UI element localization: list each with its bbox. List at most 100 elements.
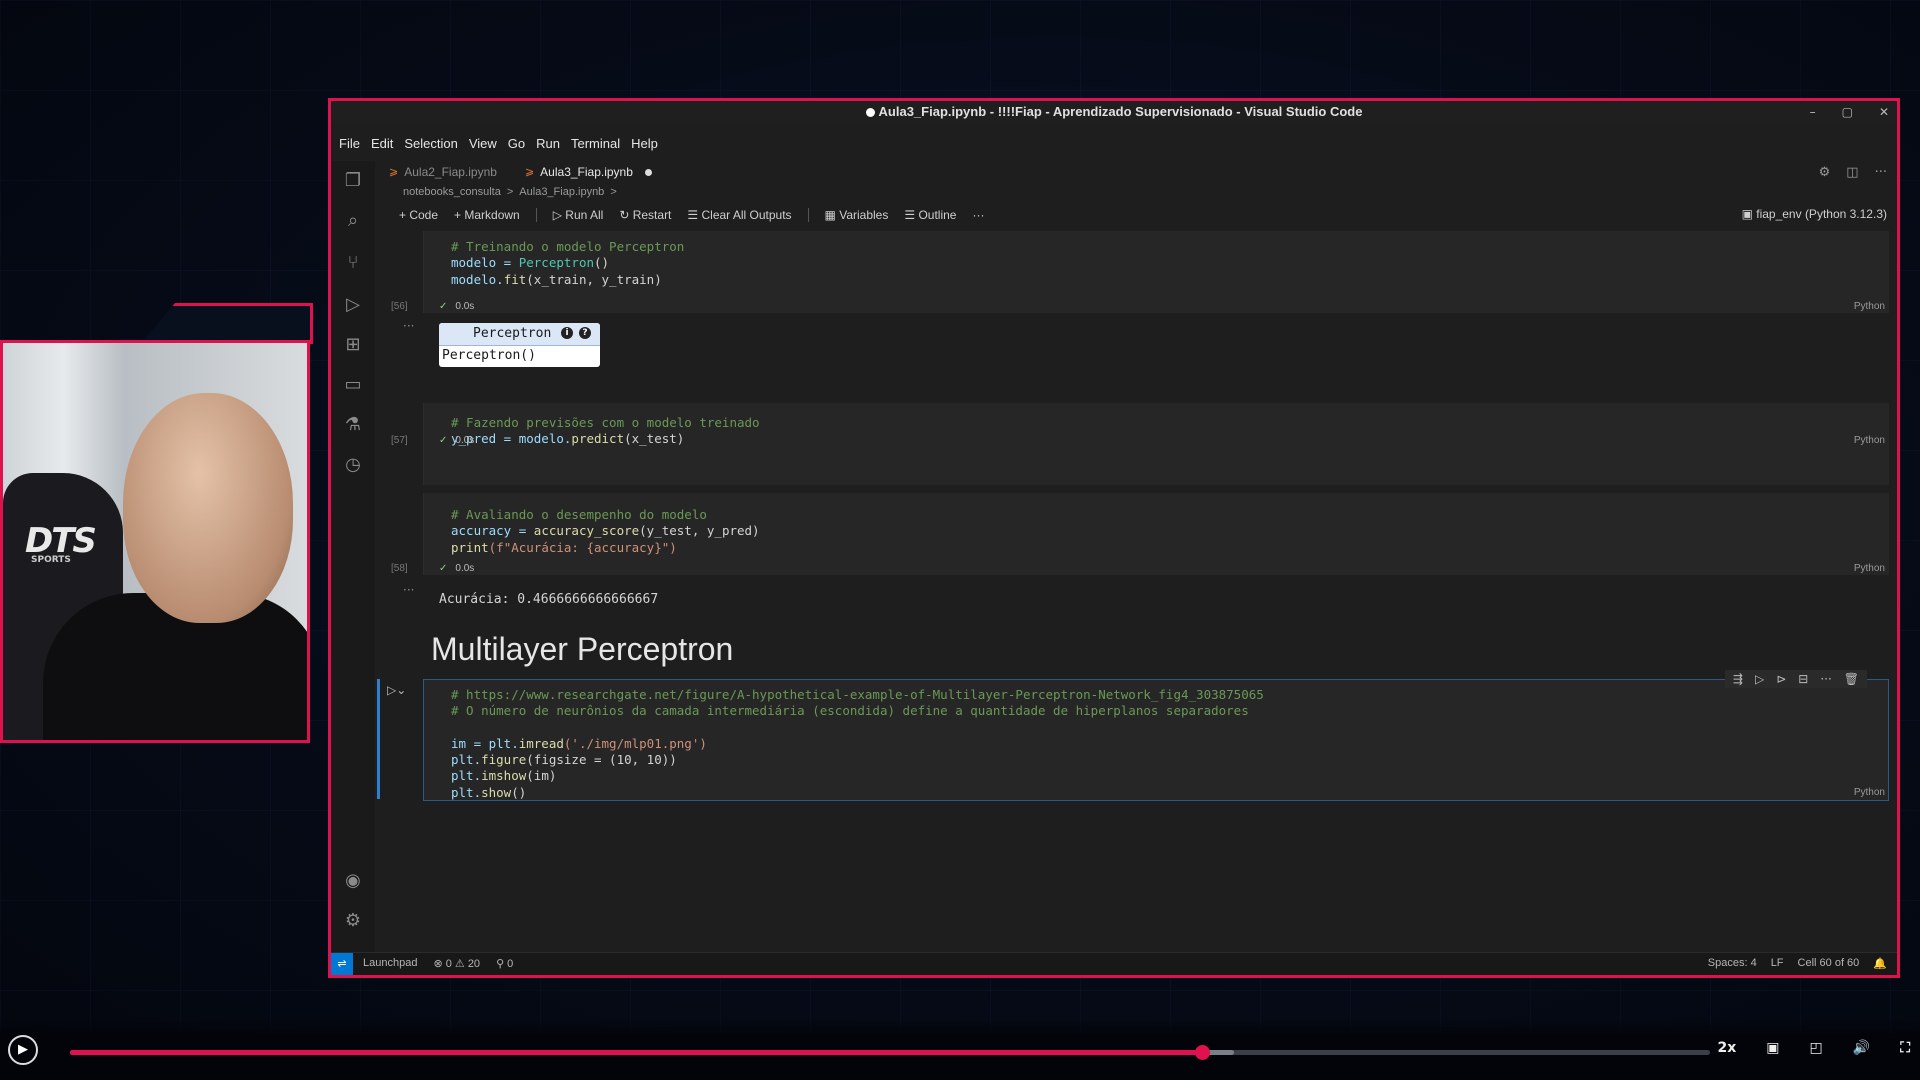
eol-indicator[interactable]: LF [1771,957,1784,970]
add-code-cell-button[interactable]: + Code [399,208,438,222]
settings-gear-icon[interactable]: ⚙ [341,909,365,933]
menu-terminal[interactable]: Terminal [571,136,620,156]
cell-code[interactable]: # https://www.researchgate.net/figure/A-… [451,687,1264,801]
notebook-icon: ⩾ [389,166,399,178]
breadcrumb: notebooks_consulta > Aula3_Fiap.ipynb > [403,186,617,198]
menu-help[interactable]: Help [631,136,658,156]
launchpad-button[interactable]: Launchpad [363,957,417,970]
check-icon: ✓ [439,301,448,312]
unsaved-dot-icon[interactable] [644,168,652,176]
volume-icon[interactable]: 🔊 [1853,1040,1870,1056]
editor-actions: ⚙ ◫ ··· [1819,165,1887,180]
seek-handle[interactable] [1194,1045,1210,1060]
play-button[interactable]: ▶ [8,1035,38,1065]
indentation-indicator[interactable]: Spaces: 4 [1708,957,1757,970]
breadcrumb-file[interactable]: Aula3_Fiap.ipynb [519,186,604,198]
tab-aula2[interactable]: ⩾ Aula2_Fiap.ipynb [375,161,511,183]
fullscreen-icon[interactable]: ⛶ [1900,1040,1910,1056]
tab-aula3[interactable]: ⩾ Aula3_Fiap.ipynb [511,161,666,183]
minimize-button[interactable]: – [1810,101,1816,123]
menu-go[interactable]: Go [508,136,525,156]
execute-below-icon[interactable]: ⊳ [1776,672,1786,686]
status-right: Spaces: 4 LF Cell 60 of 60 🔔 [1708,957,1887,970]
notebook-toolbar: + Code + Markdown ▷ Run All ↻ Restart ☰ … [399,205,1897,225]
estimator-widget[interactable]: Perceptron i ? Perceptron() [439,323,600,367]
toolbar-divider [535,208,537,222]
execute-above-icon[interactable]: ▷ [1755,672,1764,686]
output-more-icon[interactable]: ··· [403,319,414,333]
cell-more-icon[interactable]: ··· [1820,672,1831,686]
markdown-heading[interactable]: Multilayer Perceptron [431,631,733,668]
captions-icon[interactable]: ▣ [1766,1040,1779,1056]
widget-title: Perceptron [473,326,552,341]
split-cell-icon[interactable]: ⊟ [1798,672,1808,686]
progress-fill [70,1050,1202,1055]
run-by-line-icon[interactable]: ⇶ [1733,672,1743,686]
check-icon: ✓ [439,563,448,574]
cell-language[interactable]: Python [1854,563,1885,574]
widget-header[interactable]: Perceptron i ? [439,323,600,346]
cell-language[interactable]: Python [1854,301,1885,312]
remote-explorer-icon[interactable]: ▭ [341,373,365,397]
unsaved-dot-icon [865,108,875,117]
breadcrumb-sep: > [506,186,514,198]
timeline-icon[interactable]: ◷ [341,453,365,477]
compare-icon[interactable]: ⚙ [1819,165,1831,180]
outline-button[interactable]: ☰ Outline [904,208,956,222]
explorer-icon[interactable]: ❐ [341,169,365,193]
run-cell-icon[interactable]: ▷⌄ [387,683,406,697]
clear-outputs-button[interactable]: ☰ Clear All Outputs [687,208,791,222]
seek-bar[interactable] [70,1045,1710,1060]
menu-run[interactable]: Run [536,136,560,156]
menu-edit[interactable]: Edit [371,136,393,156]
cell-code[interactable]: # Treinando o modelo Perceptron modelo =… [451,239,684,288]
source-control-icon[interactable]: ⑂ [341,251,365,275]
account-icon[interactable]: ◉ [341,869,365,893]
webcam-feed: DTS SPORTS [0,340,310,743]
toolbar-more-button[interactable]: ··· [972,208,984,222]
title-bar: Aula3_Fiap.ipynb - !!!!Fiap - Aprendizad… [331,101,1897,123]
cell-output: Acurácia: 0.4666666666666667 [439,592,659,607]
cell-toolbar: ⇶ ▷ ⊳ ⊟ ··· 🗑 [1724,670,1867,688]
cell-code[interactable]: # Avaliando o desempenho do modelo accur… [451,507,760,556]
testing-icon[interactable]: ⚗ [341,413,365,437]
picture-in-picture-icon[interactable]: ◰ [1810,1040,1823,1056]
notifications-bell-icon[interactable]: 🔔 [1873,957,1887,970]
menu-view[interactable]: View [469,136,497,156]
help-icon[interactable]: ? [579,327,591,339]
maximize-button[interactable]: ▢ [1842,101,1853,123]
ports-indicator[interactable]: ⚲ 0 [496,957,513,970]
execution-count: [57] [391,435,408,446]
split-editor-icon[interactable]: ◫ [1846,165,1858,180]
add-markdown-cell-button[interactable]: + Markdown [454,208,520,222]
cell-position-indicator[interactable]: Cell 60 of 60 [1798,957,1860,970]
variables-button[interactable]: ▦ Variables [825,208,889,222]
run-debug-icon[interactable]: ▷ [341,293,365,317]
cell-status: ✓ 0.0s [439,301,475,312]
editor-tabs: ⩾ Aula2_Fiap.ipynb ⩾ Aula3_Fiap.ipynb [375,161,1897,183]
delete-cell-icon[interactable]: 🗑 [1844,672,1859,686]
cell-language[interactable]: Python [1854,435,1885,446]
more-actions-icon[interactable]: ··· [1875,165,1887,180]
info-icon[interactable]: i [561,327,573,339]
problems-indicator[interactable]: ⊗ 0 ⚠ 20 [433,957,480,970]
run-all-button[interactable]: ▷ Run All [553,208,604,222]
vscode-window: Aula3_Fiap.ipynb - !!!!Fiap - Aprendizad… [328,98,1900,978]
kernel-picker[interactable]: ▣ fiap_env (Python 3.12.3) [1742,207,1887,221]
cell-code[interactable]: # Fazendo previsões com o modelo treinad… [451,415,760,448]
remote-indicator[interactable]: ⇌ [331,953,353,975]
menu-file[interactable]: File [339,136,360,156]
search-icon[interactable]: ⌕ [341,209,365,233]
restart-button[interactable]: ↻ Restart [619,208,671,222]
breadcrumb-sep: > [610,186,617,198]
execution-count: [56] [391,301,408,312]
playback-speed-button[interactable]: 2x [1718,1040,1737,1056]
close-button[interactable]: ✕ [1879,101,1889,123]
notebook-icon: ⩾ [524,166,535,178]
breadcrumb-folder[interactable]: notebooks_consulta [403,186,501,198]
cell-language[interactable]: Python [1854,787,1885,798]
tab-label: Aula3_Fiap.ipynb [540,165,633,179]
output-more-icon[interactable]: ··· [403,583,414,597]
extensions-icon[interactable]: ⊞ [341,333,365,357]
menu-selection[interactable]: Selection [404,136,457,156]
